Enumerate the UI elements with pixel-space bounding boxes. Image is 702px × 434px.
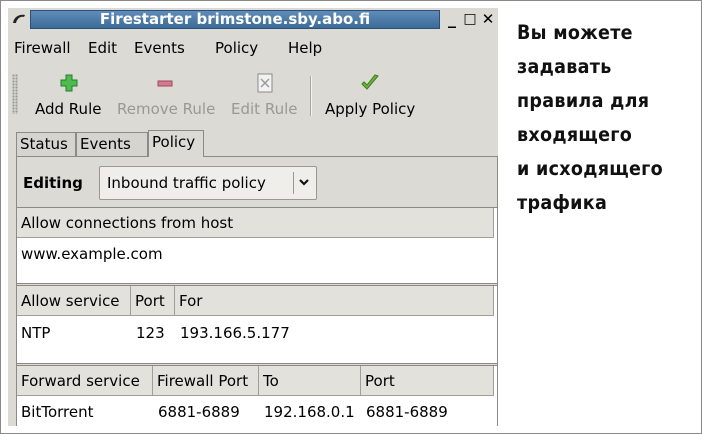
firewall-port-column-header[interactable]: Firewall Port [153, 366, 259, 396]
toolbar-grip-handle[interactable] [12, 74, 18, 114]
figure-caption: Вы можете задавать правила для входящего… [517, 16, 663, 220]
service-cell: NTP [21, 324, 51, 342]
caption-line: Вы можете [517, 21, 633, 44]
forward-port-column-header[interactable]: Port [361, 366, 494, 396]
window-title: Firestarter brimstone.sby.abo.fi [99, 10, 371, 28]
checkmark-icon [361, 74, 379, 90]
edit-rule-button[interactable]: Edit Rule [228, 64, 304, 126]
plus-icon [60, 74, 78, 92]
caption-line: входящего [517, 123, 633, 146]
tab-policy-label: Policy [152, 133, 196, 151]
firestarter-window: Firestarter brimstone.sby.abo.fi _ □ ✕ F… [8, 8, 498, 426]
tab-status[interactable]: Status [16, 132, 76, 156]
forward-service-column-header[interactable]: Forward service [17, 366, 153, 396]
caption-line: задавать [517, 55, 612, 78]
close-button[interactable]: ✕ [480, 10, 496, 28]
menu-events[interactable]: Events [134, 39, 185, 57]
tab-policy[interactable]: Policy [148, 130, 204, 157]
to-cell: 192.168.0.1 [264, 403, 355, 421]
editing-label: Editing [23, 174, 83, 192]
menu-help[interactable]: Help [288, 39, 322, 57]
menu-edit[interactable]: Edit [88, 39, 117, 57]
for-column-header[interactable]: For [175, 286, 494, 316]
tab-events[interactable]: Events [76, 132, 148, 156]
hosts-rule-table[interactable]: Allow connections from host www.example.… [17, 207, 497, 284]
toolbar: Add Rule Remove Rule Edit Rule Apply Pol… [8, 64, 498, 126]
port-column-header[interactable]: Port [131, 286, 175, 316]
edit-rule-label: Edit Rule [231, 100, 298, 118]
menu-firewall[interactable]: Firewall [14, 39, 71, 57]
add-rule-button[interactable]: Add Rule [32, 64, 108, 126]
caption-line: правила для [517, 89, 650, 112]
menu-bar: Firewall Edit Events Policy Help [8, 35, 498, 59]
firewall-port-cell: 6881-6889 [158, 403, 240, 421]
forward-rule-table[interactable]: Forward service Firewall Port To Port Bi… [17, 365, 497, 426]
remove-rule-button[interactable]: Remove Rule [114, 64, 218, 126]
maximize-button[interactable]: □ [462, 10, 478, 28]
policy-panel: Editing Inbound traffic policy Allow con… [16, 156, 498, 426]
chevron-down-icon [299, 179, 309, 186]
remove-rule-label: Remove Rule [117, 100, 216, 118]
service-column-header[interactable]: Allow service [17, 286, 131, 316]
to-column-header[interactable]: To [259, 366, 361, 396]
forward-service-cell: BitTorrent [21, 403, 94, 421]
service-rule-table[interactable]: Allow service Port For NTP 123 193.166.5… [17, 285, 497, 364]
window-menu-icon[interactable] [11, 11, 27, 27]
forward-port-cell: 6881-6889 [366, 403, 448, 421]
hosts-column-header[interactable]: Allow connections from host [17, 208, 494, 238]
dropdown-separator [293, 172, 294, 194]
tab-events-label: Events [80, 135, 131, 153]
toolbar-separator [310, 76, 312, 116]
title-bar[interactable]: Firestarter brimstone.sby.abo.fi _ □ ✕ [8, 8, 498, 32]
host-cell: www.example.com [21, 245, 163, 263]
tab-status-label: Status [20, 135, 68, 153]
policy-selector-dropdown[interactable]: Inbound traffic policy [99, 166, 317, 200]
port-cell: 123 [136, 324, 165, 342]
document-edit-icon [257, 73, 273, 93]
policy-selector-value: Inbound traffic policy [107, 174, 266, 192]
add-rule-label: Add Rule [35, 100, 102, 118]
for-cell: 193.166.5.177 [180, 324, 290, 342]
minimize-button[interactable]: _ [444, 10, 460, 28]
caption-line: и исходящего [517, 157, 664, 180]
minus-icon [157, 80, 173, 87]
menu-policy[interactable]: Policy [215, 39, 258, 57]
caption-line: трафика [517, 191, 608, 214]
apply-policy-button[interactable]: Apply Policy [320, 64, 420, 126]
apply-policy-label: Apply Policy [325, 100, 416, 118]
